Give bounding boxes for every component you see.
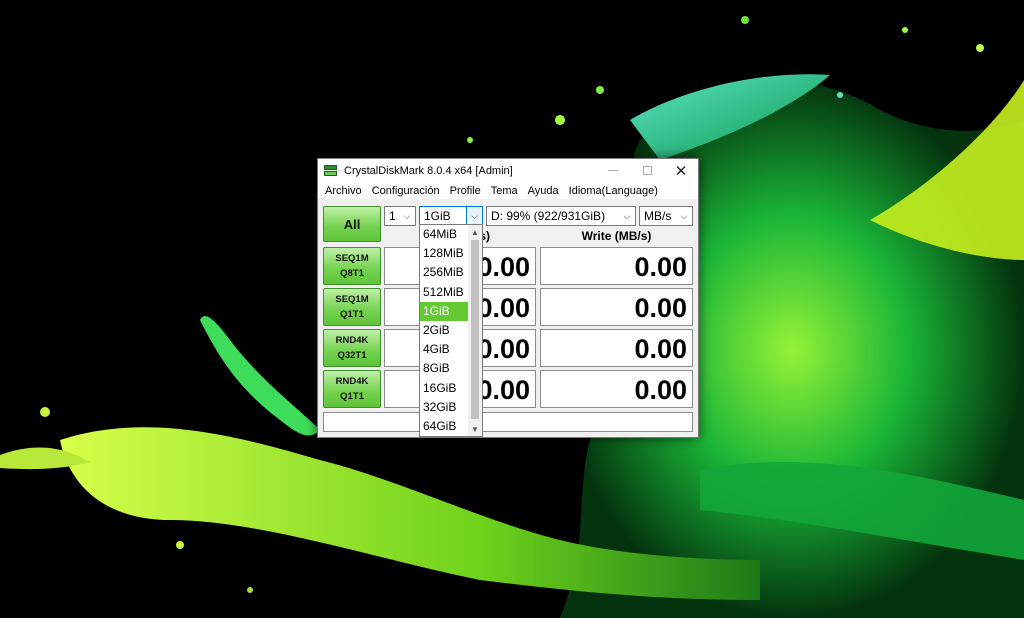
comment-field[interactable] [323, 412, 693, 432]
test-params: Q8T1 [340, 268, 364, 279]
size-option-256mib[interactable]: 256MiB [420, 263, 469, 282]
drive-select[interactable]: D: 99% (922/931GiB) ⌵ [486, 206, 636, 226]
test-size-value: 1GiB [424, 209, 451, 223]
test-button-seq1m-q1t1[interactable]: SEQ1M Q1T1 [323, 288, 381, 326]
window-title: CrystalDiskMark 8.0.4 x64 [Admin] [344, 164, 513, 177]
dropdown-scrollbar[interactable]: ▲ ▼ [468, 225, 482, 436]
write-column-header: Write (MB/s) [581, 229, 652, 243]
test-params: Q1T1 [340, 309, 364, 320]
test-button-seq1m-q8t1[interactable]: SEQ1M Q8T1 [323, 247, 381, 285]
write-result: 0.00 [540, 329, 693, 367]
crystaldiskmark-window: CrystalDiskMark 8.0.4 x64 [Admin] ✕ Arch… [317, 158, 699, 438]
all-button[interactable]: All [323, 206, 381, 242]
menu-archivo[interactable]: Archivo [320, 185, 367, 197]
size-option-1gib[interactable]: 1GiB [420, 301, 469, 321]
menu-idioma[interactable]: Idioma(Language) [564, 185, 663, 197]
chevron-down-icon: ⌵ [623, 210, 631, 221]
chevron-down-icon: ⌵ [466, 207, 482, 225]
menu-tema[interactable]: Tema [486, 185, 523, 197]
test-count-select[interactable]: 1 ⌵ [384, 206, 416, 226]
size-option-512mib[interactable]: 512MiB [420, 283, 469, 302]
test-params: Q32T1 [337, 350, 367, 361]
size-option-64gib[interactable]: 64GiB [420, 417, 469, 436]
size-option-8gib[interactable]: 8GiB [420, 359, 469, 378]
test-name: SEQ1M [335, 253, 369, 264]
size-option-64mib[interactable]: 64MiB [420, 225, 469, 244]
menu-ayuda[interactable]: Ayuda [523, 185, 564, 197]
size-option-16gib[interactable]: 16GiB [420, 379, 469, 398]
test-name: SEQ1M [335, 294, 369, 305]
maximize-icon [642, 166, 652, 175]
test-button-rnd4k-q1t1[interactable]: RND4K Q1T1 [323, 370, 381, 408]
unit-select[interactable]: MB/s ⌵ [639, 206, 693, 226]
minimize-button[interactable] [596, 159, 630, 182]
test-name: RND4K [335, 376, 369, 387]
unit-value: MB/s [644, 209, 672, 223]
scrollbar-thumb[interactable] [471, 240, 479, 419]
scroll-down-icon[interactable]: ▼ [468, 422, 482, 436]
chevron-down-icon: ⌵ [403, 210, 411, 221]
write-result: 0.00 [540, 288, 693, 326]
write-result: 0.00 [540, 370, 693, 408]
drive-value: D: 99% (922/931GiB) [491, 209, 606, 223]
size-option-2gib[interactable]: 2GiB [420, 321, 469, 340]
menu-configuracion[interactable]: Configuración [367, 185, 445, 197]
maximize-button[interactable] [630, 159, 664, 182]
test-count-value: 1 [389, 209, 396, 223]
minimize-icon [608, 170, 618, 171]
menu-profile[interactable]: Profile [445, 185, 486, 197]
test-size-select[interactable]: 1GiB ⌵ [419, 206, 483, 226]
menu-bar: Archivo Configuración Profile Tema Ayuda… [318, 182, 698, 199]
close-button[interactable]: ✕ [664, 159, 698, 182]
test-button-rnd4k-q32t1[interactable]: RND4K Q32T1 [323, 329, 381, 367]
crystaldiskmark-app-icon [324, 164, 338, 178]
main-panel: All 1 ⌵ 1GiB ⌵ D: 99% (922/931GiB) ⌵ MB/… [318, 199, 698, 437]
test-size-dropdown-list: 64MiB 128MiB 256MiB 512MiB 1GiB 2GiB 4Gi… [419, 224, 483, 437]
all-button-label: All [343, 216, 361, 232]
scroll-up-icon[interactable]: ▲ [468, 225, 482, 239]
size-option-32gib[interactable]: 32GiB [420, 398, 469, 417]
title-bar[interactable]: CrystalDiskMark 8.0.4 x64 [Admin] ✕ [318, 159, 698, 182]
write-result: 0.00 [540, 247, 693, 285]
chevron-down-icon: ⌵ [680, 210, 688, 221]
size-option-4gib[interactable]: 4GiB [420, 340, 469, 359]
close-icon: ✕ [674, 162, 688, 180]
test-name: RND4K [335, 335, 369, 346]
test-params: Q1T1 [340, 391, 364, 402]
size-option-128mib[interactable]: 128MiB [420, 244, 469, 263]
